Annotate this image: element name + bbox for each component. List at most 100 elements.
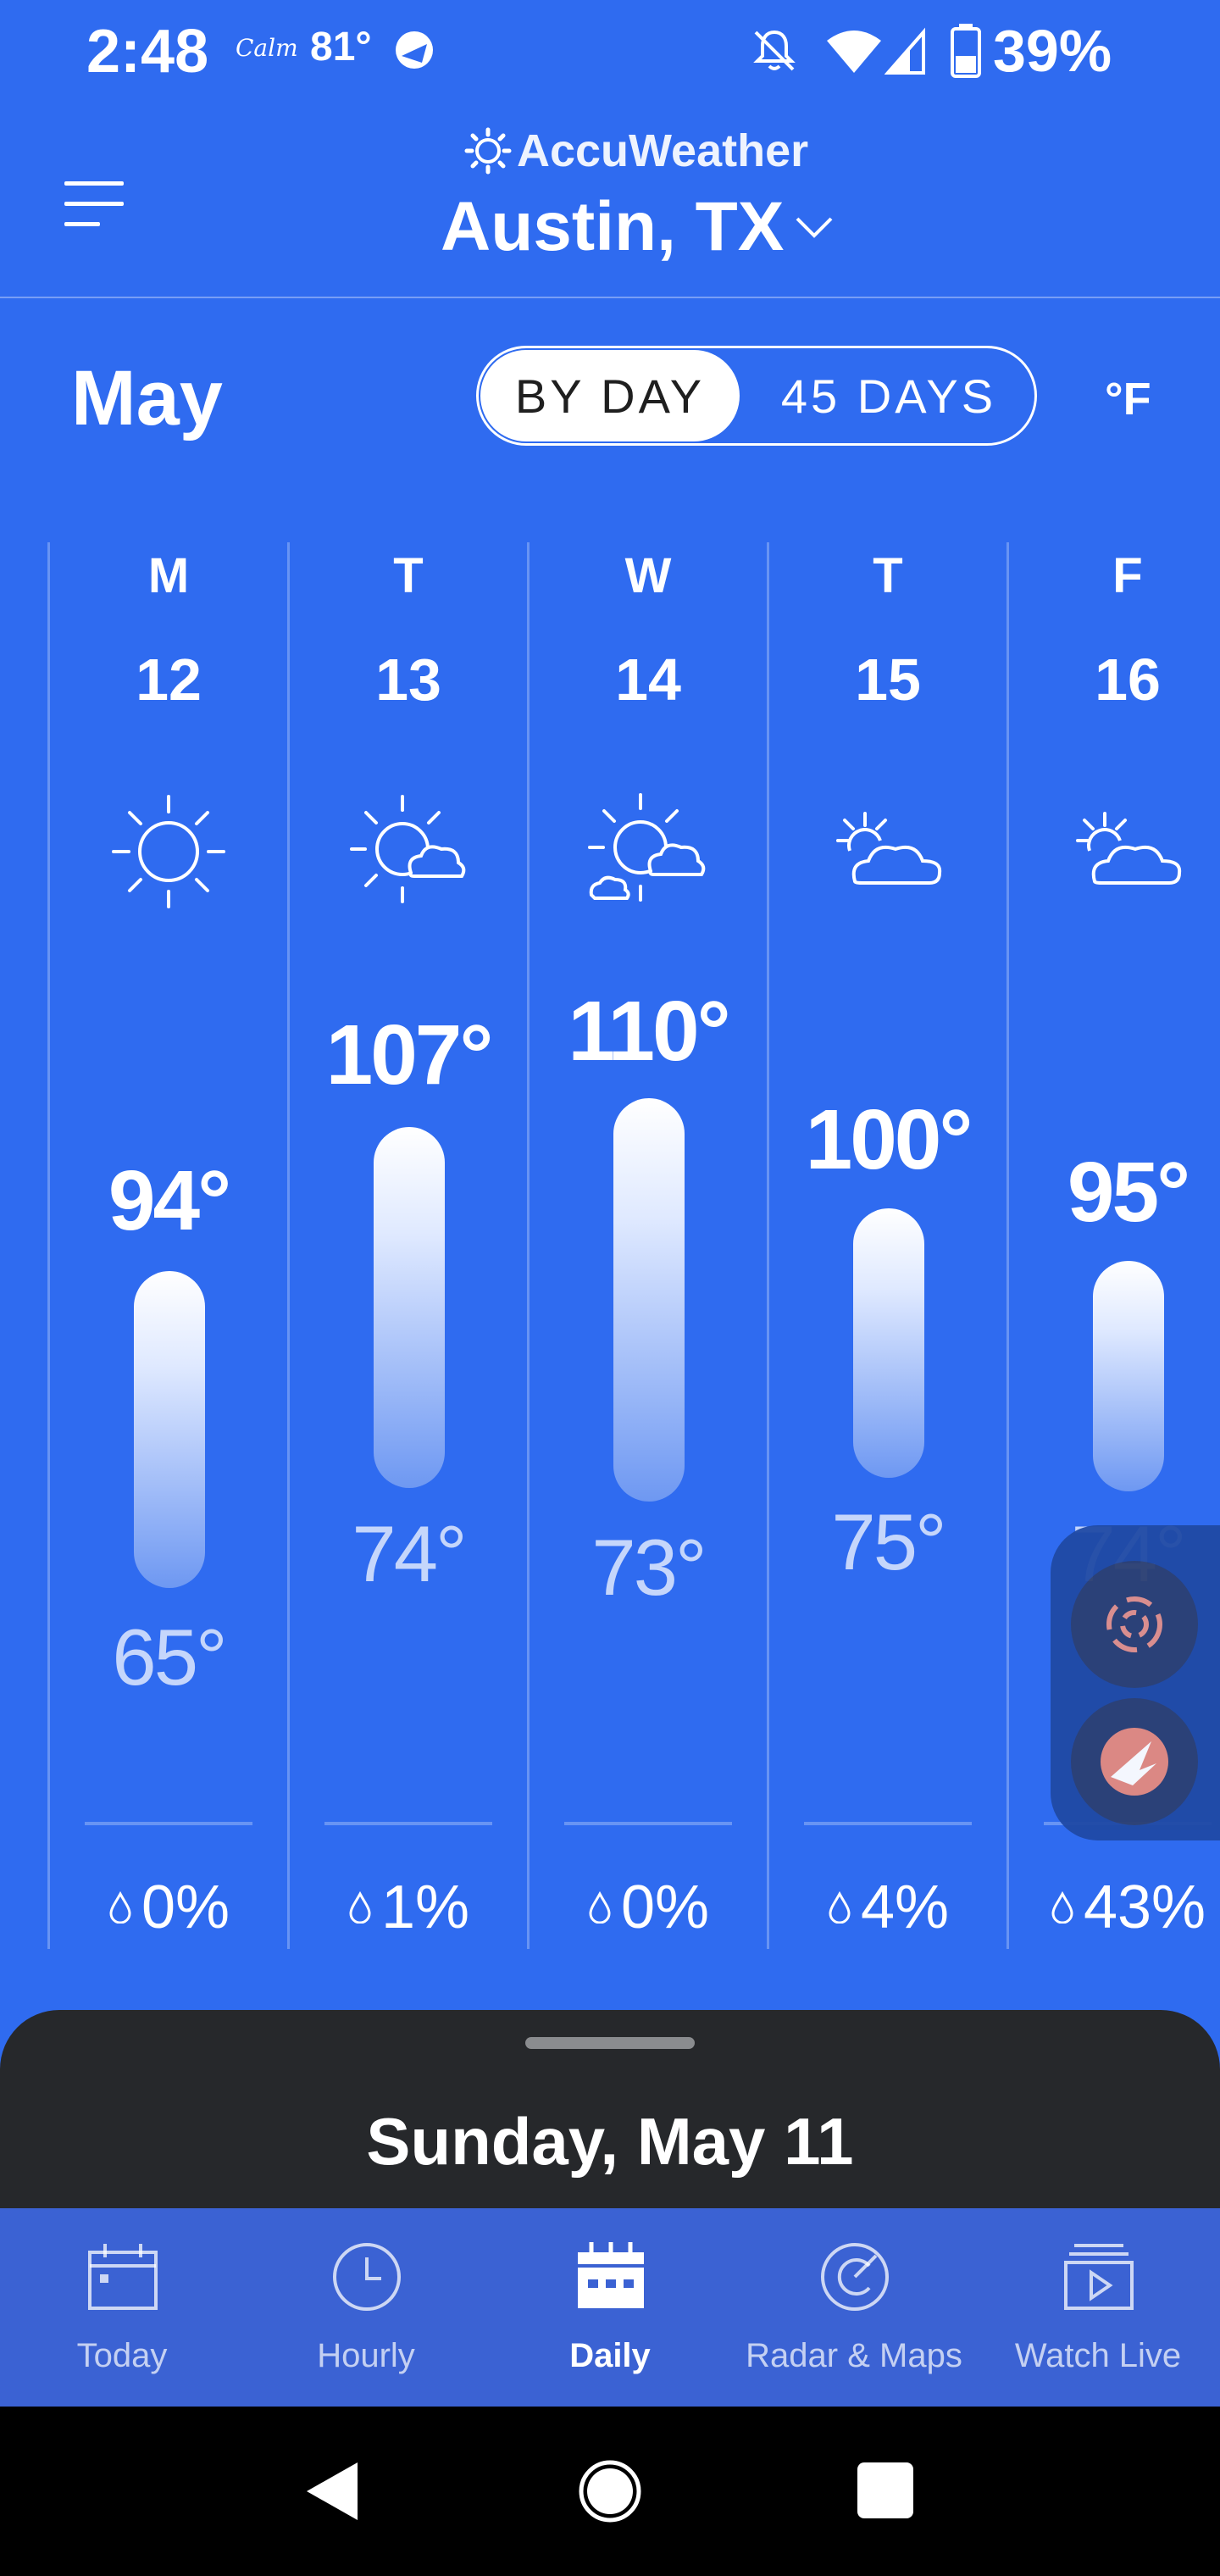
chevron-down-icon [796,217,833,238]
calendar-daily-icon [578,2242,644,2308]
precip-chance: 1% [289,1873,528,1942]
menu-icon[interactable] [64,180,130,229]
day-of-week: M [147,548,190,603]
sheet-title: Sunday, May 11 [366,2104,854,2179]
location-name: Austin, TX [441,188,785,265]
day-date: 13 [375,647,441,713]
day-of-week: W [624,548,672,603]
brand: AccuWeather [464,124,808,178]
precip-value: 1% [380,1874,470,1941]
high-temp: 94° [108,1153,231,1248]
app-screen: 2:48 Calm 81° 39% AccuWeather Austin, TX… [0,0,1220,2407]
status-bar: 2:48 Calm 81° 39% [0,0,1220,102]
raindrop-icon [589,1891,611,1924]
status-temperature: 81° [310,25,372,69]
radar-icon [821,2243,889,2311]
high-temp: 110° [568,984,730,1079]
raindrop-icon [1051,1891,1073,1924]
toggle-45-days[interactable]: 45 DAYS [746,350,1031,441]
low-temp: 74° [352,1509,467,1598]
temp-range-bar [853,1208,924,1478]
nav-label: Radar & Maps [746,2337,962,2374]
month-label: May [71,355,223,441]
day-column[interactable]: W 14 110° 73° 0% [529,542,768,1949]
raindrop-icon [109,1891,131,1924]
status-weather-note: Calm [236,34,298,62]
day-of-week: T [873,548,903,603]
nav-daily[interactable]: Daily [488,2208,732,2407]
brand-name: AccuWeather [517,125,809,176]
precip-chance: 4% [768,1873,1007,1942]
chat-bubble[interactable] [1071,1698,1198,1825]
low-temp: 75° [831,1497,946,1586]
temp-range-bar [134,1271,205,1588]
separator [85,1822,252,1825]
calendar-today-icon [88,2244,158,2310]
signal-icon [884,27,925,75]
sun-logo-icon [464,127,512,175]
high-temp: 95° [1067,1145,1190,1240]
partly-sunny-icon [588,793,706,902]
toggle-by-day[interactable]: BY DAY [480,350,740,441]
separator [564,1822,732,1825]
bell-off-icon [753,30,796,71]
nav-today[interactable]: Today [0,2208,244,2407]
high-temp: 100° [805,1092,973,1187]
raindrop-icon [829,1891,851,1924]
location-selector[interactable]: Austin, TX [441,185,836,269]
play-video-icon [1064,2244,1134,2310]
partly-cloudy-icon [1076,812,1182,885]
raindrop-icon [349,1891,371,1924]
back-icon[interactable] [302,2457,361,2525]
low-temp: 73° [591,1523,707,1612]
precip-chance: 0% [49,1873,288,1942]
separator [324,1822,492,1825]
nav-label: Daily [569,2337,651,2374]
day-of-week: F [1112,548,1143,603]
accuweather-notification-icon [396,31,433,69]
recents-icon[interactable] [857,2462,913,2518]
clock-icon [333,2243,401,2311]
nav-radar[interactable]: Radar & Maps [732,2208,976,2407]
temp-range-bar [374,1127,445,1488]
temp-range-bar [613,1098,685,1502]
home-icon[interactable] [576,2457,644,2525]
wifi-icon [827,31,881,73]
temp-range-bar [1093,1261,1164,1491]
day-column[interactable]: T 13 107° 74° 1% [289,542,528,1949]
bottom-nav: Today Hourly Daily Radar & Maps Watch Li… [0,2208,1220,2407]
partly-cloudy-icon [836,812,942,885]
low-temp: 65° [112,1613,227,1702]
day-date: 14 [615,647,681,713]
sheet-drag-handle[interactable] [525,2037,695,2049]
sunny-icon [112,795,225,908]
day-date: 12 [136,647,202,713]
precip-value: 4% [860,1874,950,1941]
battery-percent: 39% [993,18,1112,84]
floating-bubbles [1051,1525,1220,1840]
day-of-week: T [393,548,424,603]
unit-toggle[interactable]: °F [1105,373,1151,425]
precip-value: 43% [1083,1874,1206,1941]
assistant-bubble[interactable] [1071,1561,1198,1688]
nav-label: Today [76,2337,168,2374]
nav-label: Watch Live [1014,2337,1182,2374]
day-column[interactable]: T 15 100° 75° 4% [768,542,1007,1949]
header: AccuWeather Austin, TX [0,102,1220,298]
status-time: 2:48 [86,18,209,86]
separator [804,1822,972,1825]
precip-chance: 43% [1008,1873,1220,1942]
view-toggle: BY DAY 45 DAYS [476,346,1037,446]
system-nav-bar [0,2407,1220,2576]
nav-watch-live[interactable]: Watch Live [976,2208,1220,2407]
chat-bubble-icon [1101,1728,1168,1796]
precip-value: 0% [141,1874,230,1941]
nav-hourly[interactable]: Hourly [244,2208,488,2407]
day-column[interactable]: M 12 94° 65° 0% [49,542,288,1949]
day-date: 15 [855,647,921,713]
battery-icon [951,24,981,78]
bottom-sheet[interactable]: Sunday, May 11 [0,2010,1220,2213]
nav-label: Hourly [317,2337,415,2374]
precip-value: 0% [620,1874,710,1941]
day-date: 16 [1095,647,1161,713]
